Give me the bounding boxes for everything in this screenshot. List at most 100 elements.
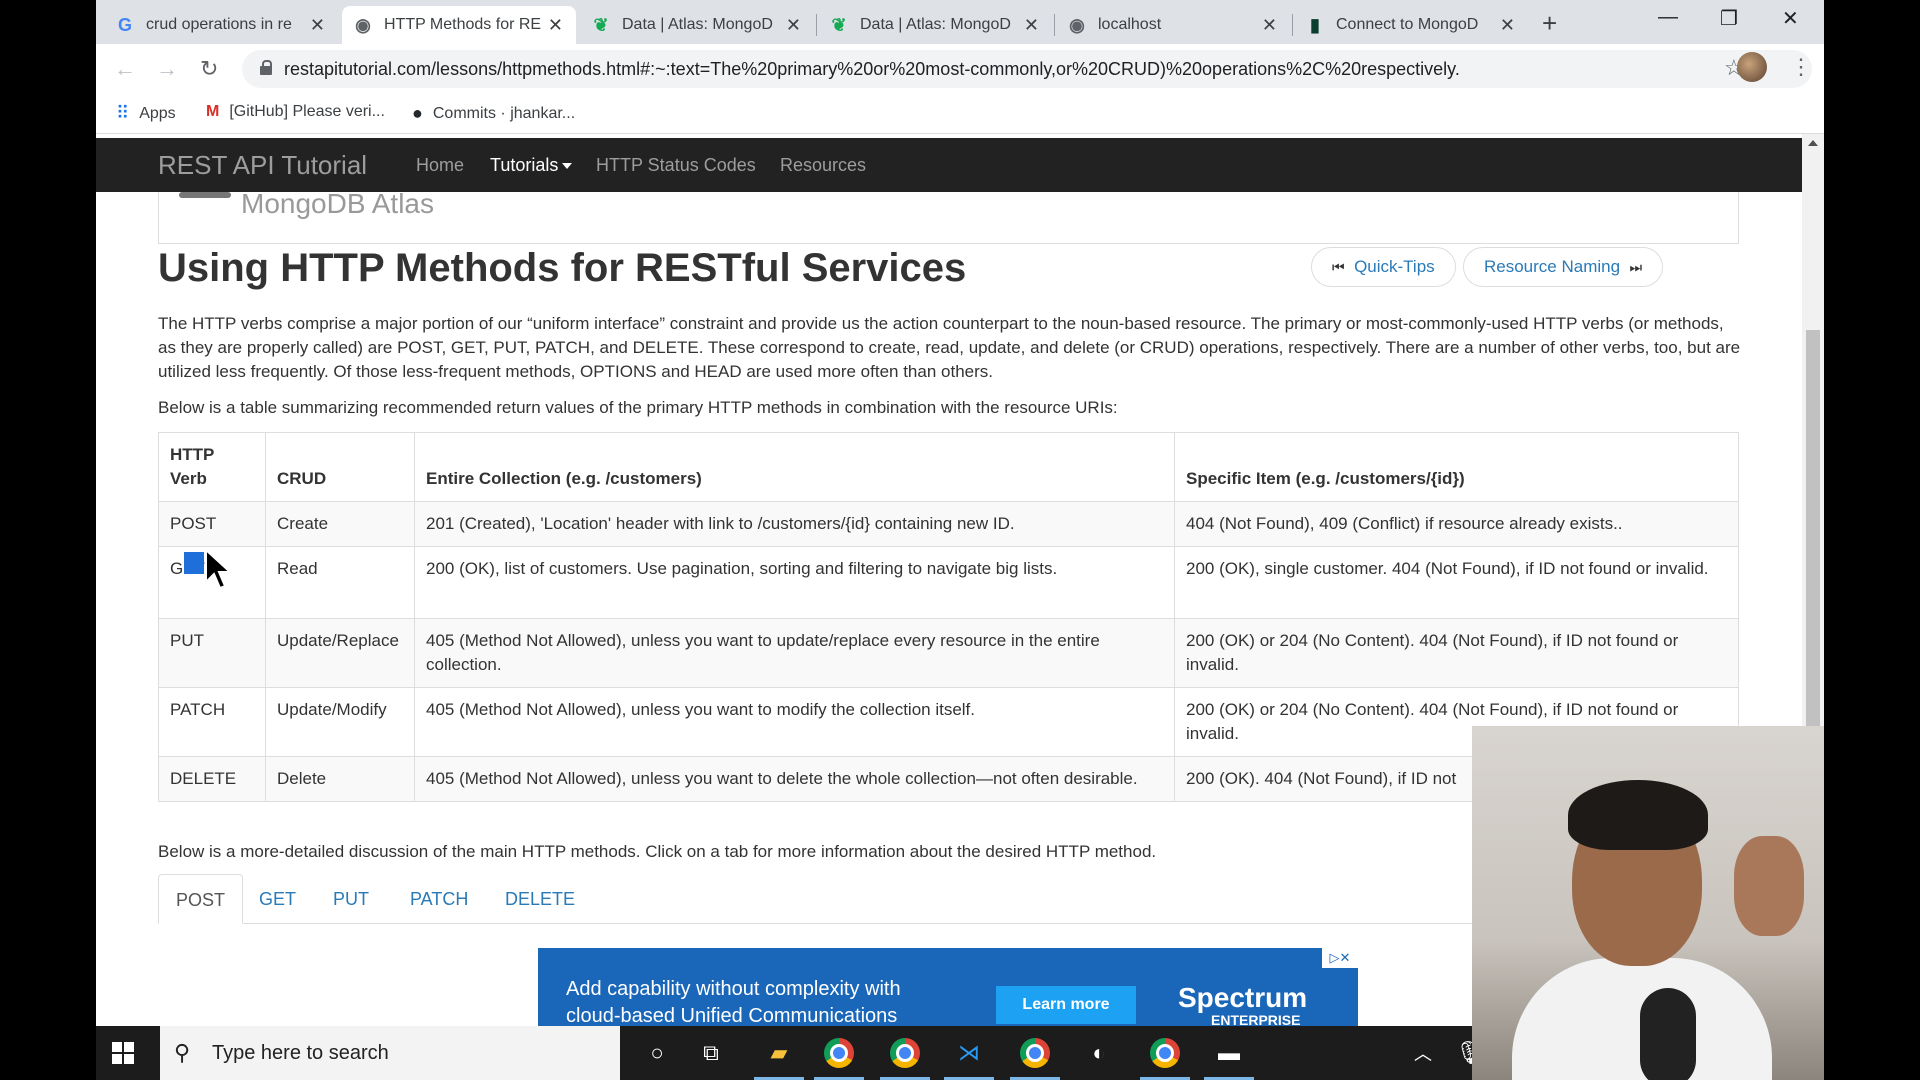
ad-text: MongoDB Atlas: [241, 188, 434, 219]
presenter-hair: [1568, 780, 1708, 850]
prev-link-label: Quick-Tips: [1354, 257, 1435, 276]
chrome-icon[interactable]: [880, 1038, 930, 1080]
tab-put[interactable]: PUT: [316, 874, 386, 924]
next-link-button[interactable]: Resource Naming ⏭: [1463, 247, 1664, 287]
table-cell: 200 (OK) or 204 (No Content). 404 (Not F…: [1174, 618, 1739, 688]
tab-title: Connect to MongoD: [1336, 16, 1479, 33]
apps-grid-icon: ⠿: [116, 103, 130, 123]
caret-down-icon: [562, 163, 573, 170]
bookmark-github[interactable]: ● Commits · jhankar...: [412, 103, 575, 124]
site-brand[interactable]: REST API Tutorial: [158, 150, 367, 181]
nav-home[interactable]: Home: [416, 155, 464, 176]
prev-link-button[interactable]: ⏮ Quick-Tips: [1311, 247, 1456, 287]
url-text[interactable]: restapitutorial.com/lessons/httpmethods.…: [284, 59, 1460, 80]
close-tab-icon[interactable]: ✕: [1023, 15, 1040, 36]
close-tab-icon[interactable]: ✕: [785, 15, 802, 36]
close-tab-icon[interactable]: ✕: [309, 15, 326, 36]
table-cell: 405 (Method Not Allowed), unless you wan…: [414, 756, 1175, 802]
cortana-icon[interactable]: ○: [642, 1038, 672, 1068]
restore-icon[interactable]: ❐: [1720, 6, 1738, 31]
tab-title: Data | Atlas: MongoD: [860, 16, 1011, 33]
mongodb-leaf-icon: ❦: [831, 14, 847, 35]
lock-icon: [260, 60, 272, 75]
chrome-icon[interactable]: [1140, 1038, 1190, 1080]
spectrum-logo: Spectrum: [1178, 982, 1308, 1013]
browser-tab[interactable]: ◉ localhost ✕: [1056, 6, 1290, 44]
column-header: CRUD: [265, 432, 415, 502]
table-cell: PATCH: [158, 687, 266, 757]
nav-status-codes[interactable]: HTTP Status Codes: [596, 155, 756, 176]
mongodb-leaf-icon: ❦: [593, 14, 609, 35]
reload-icon[interactable]: ↻: [200, 56, 218, 82]
new-tab-icon[interactable]: +: [1542, 8, 1557, 39]
column-header: Specific Item (e.g. /customers/{id}): [1174, 432, 1739, 502]
spectrum-banner-ad[interactable]: Add capability without complexity with c…: [538, 948, 1358, 1026]
table-cell: Delete: [265, 756, 415, 802]
tab-delete[interactable]: DELETE: [488, 874, 592, 924]
globe-icon: ◉: [1069, 14, 1085, 35]
vscode-icon[interactable]: ⋊: [944, 1038, 994, 1080]
table-cell: 404 (Not Found), 409 (Conflict) if resou…: [1174, 501, 1739, 547]
terminal-icon[interactable]: ▬: [1204, 1038, 1254, 1080]
banner-line-2: cloud-based Unified Communications: [566, 1005, 898, 1026]
learn-more-button[interactable]: Learn more: [996, 986, 1136, 1024]
page-title: Using HTTP Methods for RESTful Services: [158, 246, 967, 290]
forward-icon[interactable]: →: [156, 56, 178, 82]
github-icon: ●: [412, 103, 423, 123]
globe-icon: ◉: [355, 14, 371, 35]
profile-avatar[interactable]: [1737, 52, 1767, 82]
windows-start-icon[interactable]: [112, 1042, 134, 1064]
tab-separator: [1054, 14, 1055, 36]
tab-patch[interactable]: PATCH: [393, 874, 485, 924]
browser-tab[interactable]: G crud operations in re ✕: [104, 6, 338, 44]
search-placeholder: Type here to search: [212, 1042, 389, 1064]
back-icon[interactable]: ←: [114, 56, 136, 82]
task-view-icon[interactable]: ⧉: [696, 1038, 726, 1068]
close-tab-icon[interactable]: ✕: [547, 15, 564, 36]
column-header: HTTP Verb: [158, 432, 266, 502]
search-icon: ⚲: [174, 1040, 191, 1065]
webcam-overlay: [1472, 726, 1824, 1080]
table-intro: Below is a table summarizing recommended…: [158, 398, 1118, 417]
nav-tutorials[interactable]: Tutorials: [490, 155, 573, 176]
bookmark-apps[interactable]: ⠿ Apps: [116, 103, 176, 124]
next-link-label: Resource Naming: [1484, 257, 1621, 276]
table-header-row: HTTP Verb CRUD Entire Collection (e.g. /…: [158, 432, 1739, 502]
browser-tab[interactable]: ▮ Connect to MongoD ✕: [1294, 6, 1528, 44]
banner-text: Add capability without complexity with c…: [566, 976, 901, 1026]
taskbar-search[interactable]: ⚲ Type here to search: [160, 1026, 620, 1080]
chrome-icon[interactable]: [814, 1038, 864, 1080]
address-bar[interactable]: restapitutorial.com/lessons/httpmethods.…: [242, 50, 1812, 88]
browser-tab[interactable]: ❦ Data | Atlas: MongoD ✕: [818, 6, 1052, 44]
tab-post[interactable]: POST: [158, 874, 244, 924]
menu-kebab-icon[interactable]: ⋮: [1790, 54, 1812, 80]
table-cell: DELETE: [158, 756, 266, 802]
chrome-icon[interactable]: [1010, 1038, 1060, 1080]
presenter-hand: [1734, 836, 1804, 936]
banner-line-1: Add capability without complexity with: [566, 978, 901, 1000]
mongodb-ad[interactable]: MongoDB Atlas: [158, 188, 1739, 244]
tab-title: Data | Atlas: MongoD: [622, 16, 773, 33]
tab-get[interactable]: GET: [242, 874, 313, 924]
file-explorer-icon[interactable]: ▰: [754, 1038, 804, 1080]
mongodb-compass-icon: ▮: [1310, 14, 1320, 35]
chevron-up-icon[interactable]: ︿: [1408, 1038, 1438, 1068]
browser-tab[interactable]: ❦ Data | Atlas: MongoD ✕: [580, 6, 814, 44]
obs-icon[interactable]: ◐: [1084, 1038, 1114, 1068]
scroll-up-icon[interactable]: [1808, 140, 1818, 146]
nav-resources[interactable]: Resources: [780, 155, 866, 176]
minimize-icon[interactable]: —: [1658, 6, 1678, 29]
spectrum-enterprise-label: ENTERPRISE: [1211, 1012, 1301, 1026]
table-cell: Read: [265, 546, 415, 619]
close-window-icon[interactable]: ✕: [1782, 6, 1799, 31]
bookmarks-bar: ⠿ Apps M [GitHub] Please veri... ● Commi…: [96, 94, 1824, 134]
microphone: [1640, 988, 1696, 1080]
adchoices-close-icon[interactable]: ▷✕: [1322, 948, 1358, 968]
close-tab-icon[interactable]: ✕: [1499, 15, 1516, 36]
browser-tab-active[interactable]: ◉ HTTP Methods for RE ✕: [342, 6, 576, 44]
bookmark-gmail[interactable]: M [GitHub] Please veri...: [206, 103, 385, 121]
bookmark-label: Apps: [139, 104, 176, 122]
close-tab-icon[interactable]: ✕: [1261, 15, 1278, 36]
table-cell: 405 (Method Not Allowed), unless you wan…: [414, 618, 1175, 688]
table-cell: 200 (OK), single customer. 404 (Not Foun…: [1174, 546, 1739, 619]
